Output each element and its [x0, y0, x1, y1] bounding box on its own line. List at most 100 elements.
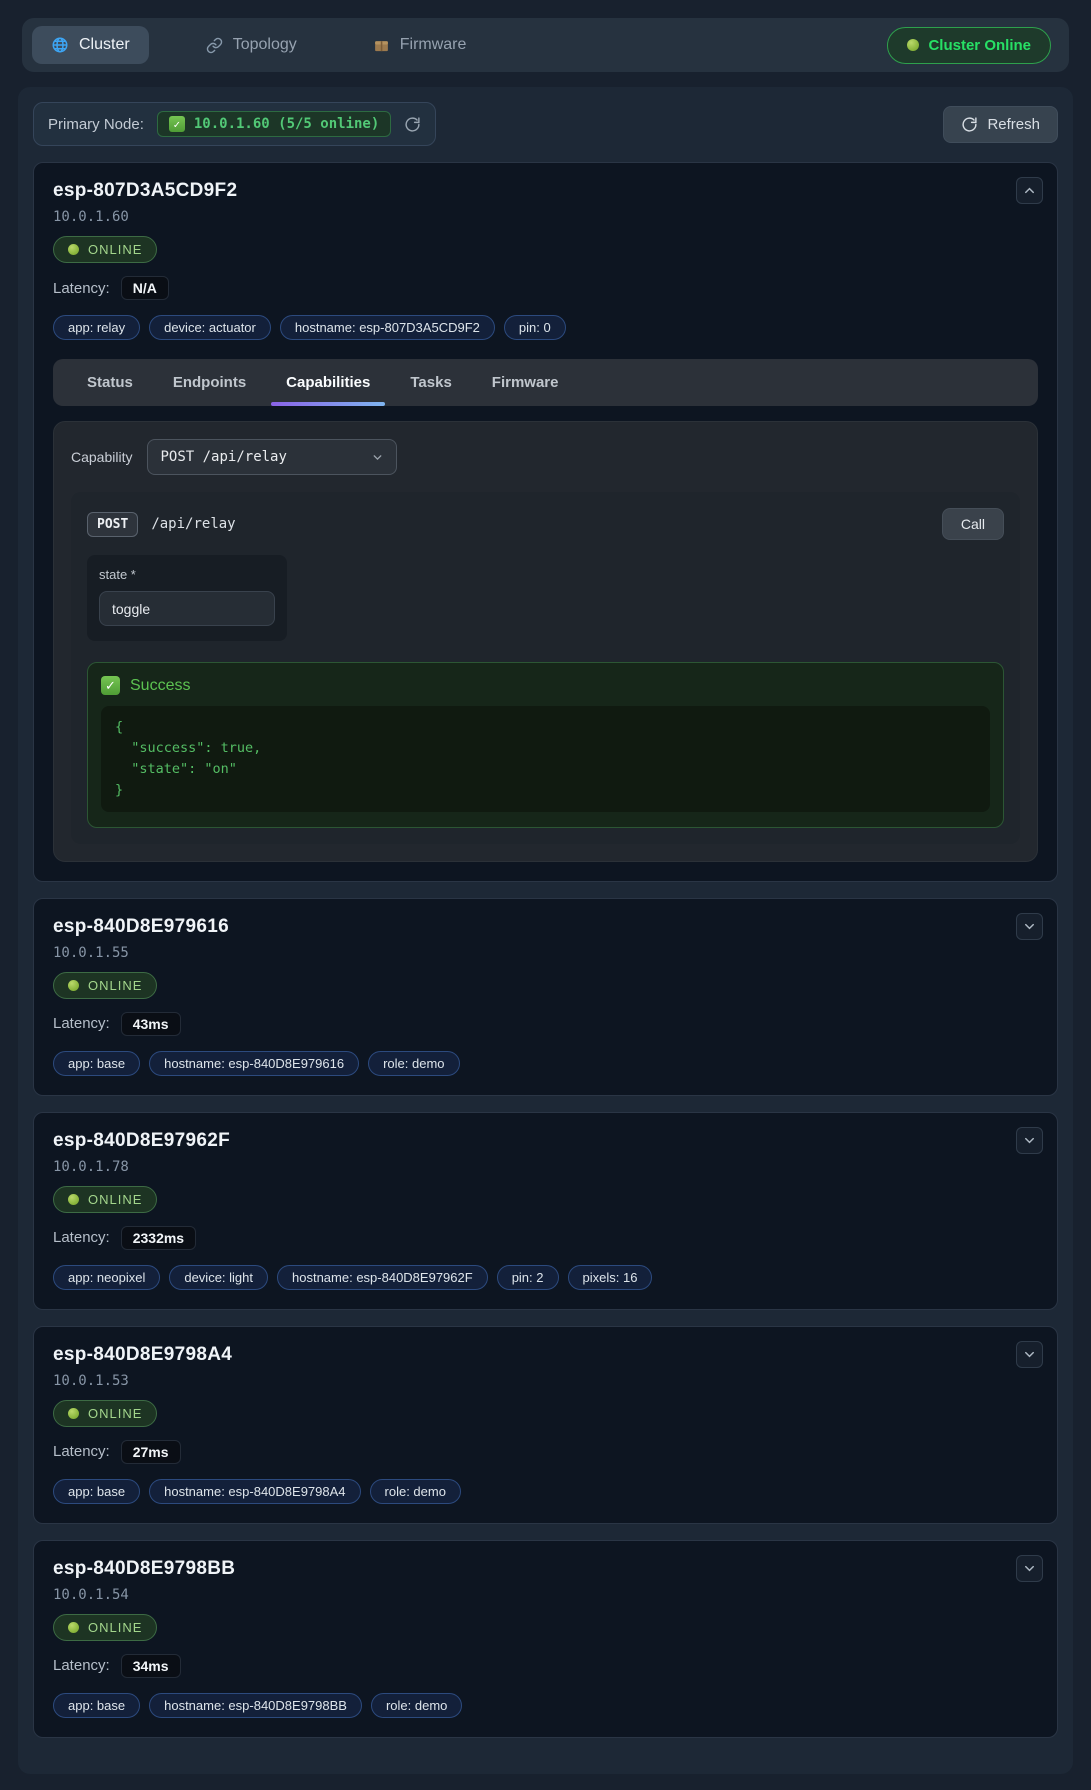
- node-ip: 10.0.1.60: [53, 209, 1038, 225]
- capabilities-panel: Capability POST /api/relay POST /api/rel…: [53, 421, 1038, 862]
- cluster-status-badge: Cluster Online: [887, 27, 1051, 64]
- tag-list: app: neopixel device: light hostname: es…: [53, 1265, 1038, 1290]
- primary-node-label: Primary Node:: [48, 116, 144, 133]
- tab-status[interactable]: Status: [67, 359, 153, 406]
- node-card: esp-840D8E9798A4 10.0.1.53 ONLINE Latenc…: [33, 1326, 1058, 1524]
- latency-value: 27ms: [121, 1440, 181, 1464]
- param-label: state *: [99, 567, 275, 582]
- tag: pin: 0: [504, 315, 566, 340]
- status-badge: ONLINE: [53, 1400, 157, 1427]
- tag: hostname: esp-807D3A5CD9F2: [280, 315, 495, 340]
- status-badge: ONLINE: [53, 236, 157, 263]
- node-ip: 10.0.1.54: [53, 1587, 1038, 1603]
- top-nav: Cluster Topology Firmware Cluster Online: [22, 18, 1069, 72]
- green-dot-icon: [68, 1194, 79, 1205]
- chevron-down-icon: [1022, 1347, 1037, 1362]
- latency-value: N/A: [121, 276, 169, 300]
- expand-button[interactable]: [1016, 1341, 1043, 1368]
- tag: hostname: esp-840D8E979616: [149, 1051, 359, 1076]
- globe-icon: [51, 36, 69, 54]
- cluster-status-label: Cluster Online: [928, 37, 1031, 54]
- latency-row: Latency: 34ms: [53, 1654, 1038, 1678]
- link-icon: [206, 37, 223, 54]
- refresh-icon: [961, 116, 978, 133]
- tag-list: app: base hostname: esp-840D8E979616 rol…: [53, 1051, 1038, 1076]
- tag: pixels: 16: [568, 1265, 653, 1290]
- param-input[interactable]: [99, 591, 275, 626]
- status-badge: ONLINE: [53, 972, 157, 999]
- latency-label: Latency:: [53, 1229, 110, 1246]
- result-header: Success: [101, 676, 990, 695]
- node-card: esp-807D3A5CD9F2 10.0.1.60 ONLINE Latenc…: [33, 162, 1058, 882]
- result-json: { "success": true, "state": "on" }: [101, 706, 990, 812]
- tab-firmware[interactable]: Firmware: [472, 359, 579, 406]
- collapse-button[interactable]: [1016, 177, 1043, 204]
- tab-topology-label: Topology: [233, 36, 297, 54]
- node-tabbar: Status Endpoints Capabilities Tasks Firm…: [53, 359, 1038, 406]
- tag: app: relay: [53, 315, 140, 340]
- tag: app: neopixel: [53, 1265, 160, 1290]
- latency-row: Latency: 2332ms: [53, 1226, 1038, 1250]
- chevron-up-icon: [1022, 183, 1037, 198]
- node-name: esp-840D8E9798A4: [53, 1344, 1038, 1366]
- endpoint-panel: POST /api/relay Call state * Success { "…: [71, 492, 1020, 844]
- expand-button[interactable]: [1016, 1127, 1043, 1154]
- node-name: esp-840D8E97962F: [53, 1130, 1038, 1152]
- tab-endpoints[interactable]: Endpoints: [153, 359, 266, 406]
- primary-node-badge: 10.0.1.60 (5/5 online): [157, 111, 391, 137]
- tag-list: app: relay device: actuator hostname: es…: [53, 315, 1038, 340]
- check-icon: [169, 116, 185, 132]
- tab-firmware-label: Firmware: [400, 36, 467, 54]
- status-label: ONLINE: [88, 978, 142, 993]
- tab-capabilities[interactable]: Capabilities: [266, 359, 390, 406]
- tag: hostname: esp-840D8E9798BB: [149, 1693, 362, 1718]
- capability-select[interactable]: POST /api/relay: [147, 439, 397, 475]
- call-button[interactable]: Call: [942, 508, 1004, 540]
- latency-label: Latency:: [53, 280, 110, 297]
- result-panel: Success { "success": true, "state": "on"…: [87, 662, 1004, 828]
- latency-label: Latency:: [53, 1657, 110, 1674]
- tag: role: demo: [371, 1693, 462, 1718]
- status-label: ONLINE: [88, 1406, 142, 1421]
- status-label: ONLINE: [88, 242, 142, 257]
- status-badge: ONLINE: [53, 1614, 157, 1641]
- chevron-down-icon: [1022, 919, 1037, 934]
- refresh-button[interactable]: Refresh: [943, 106, 1058, 143]
- tag: app: base: [53, 1051, 140, 1076]
- latency-row: Latency: N/A: [53, 276, 1038, 300]
- green-dot-icon: [907, 39, 919, 51]
- tab-firmware[interactable]: Firmware: [354, 26, 486, 64]
- endpoint-path: /api/relay: [151, 516, 235, 532]
- node-ip: 10.0.1.55: [53, 945, 1038, 961]
- tag: hostname: esp-840D8E9798A4: [149, 1479, 360, 1504]
- expand-button[interactable]: [1016, 913, 1043, 940]
- latency-value: 43ms: [121, 1012, 181, 1036]
- tag: hostname: esp-840D8E97962F: [277, 1265, 488, 1290]
- tag: pin: 2: [497, 1265, 559, 1290]
- check-icon: [101, 676, 120, 695]
- status-label: ONLINE: [88, 1192, 142, 1207]
- tab-topology[interactable]: Topology: [187, 26, 316, 64]
- tag: app: base: [53, 1693, 140, 1718]
- green-dot-icon: [68, 980, 79, 991]
- main-content: Primary Node: 10.0.1.60 (5/5 online) Ref…: [18, 87, 1073, 1774]
- node-ip: 10.0.1.53: [53, 1373, 1038, 1389]
- latency-label: Latency:: [53, 1015, 110, 1032]
- primary-node-value: 10.0.1.60 (5/5 online): [194, 116, 379, 132]
- capability-label: Capability: [71, 449, 132, 465]
- expand-button[interactable]: [1016, 1555, 1043, 1582]
- endpoint-header: POST /api/relay Call: [87, 508, 1004, 540]
- tab-cluster[interactable]: Cluster: [32, 26, 149, 64]
- status-label: ONLINE: [88, 1620, 142, 1635]
- method-badge: POST: [87, 512, 138, 537]
- tag: device: actuator: [149, 315, 271, 340]
- tab-tasks[interactable]: Tasks: [390, 359, 471, 406]
- primary-node-box: Primary Node: 10.0.1.60 (5/5 online): [33, 102, 436, 146]
- capability-row: Capability POST /api/relay: [71, 439, 1020, 475]
- refresh-icon[interactable]: [404, 116, 421, 133]
- tag: role: demo: [368, 1051, 459, 1076]
- result-title: Success: [130, 677, 190, 695]
- package-icon: [373, 37, 390, 54]
- primary-node-row: Primary Node: 10.0.1.60 (5/5 online) Ref…: [33, 102, 1058, 146]
- chevron-down-icon: [1022, 1133, 1037, 1148]
